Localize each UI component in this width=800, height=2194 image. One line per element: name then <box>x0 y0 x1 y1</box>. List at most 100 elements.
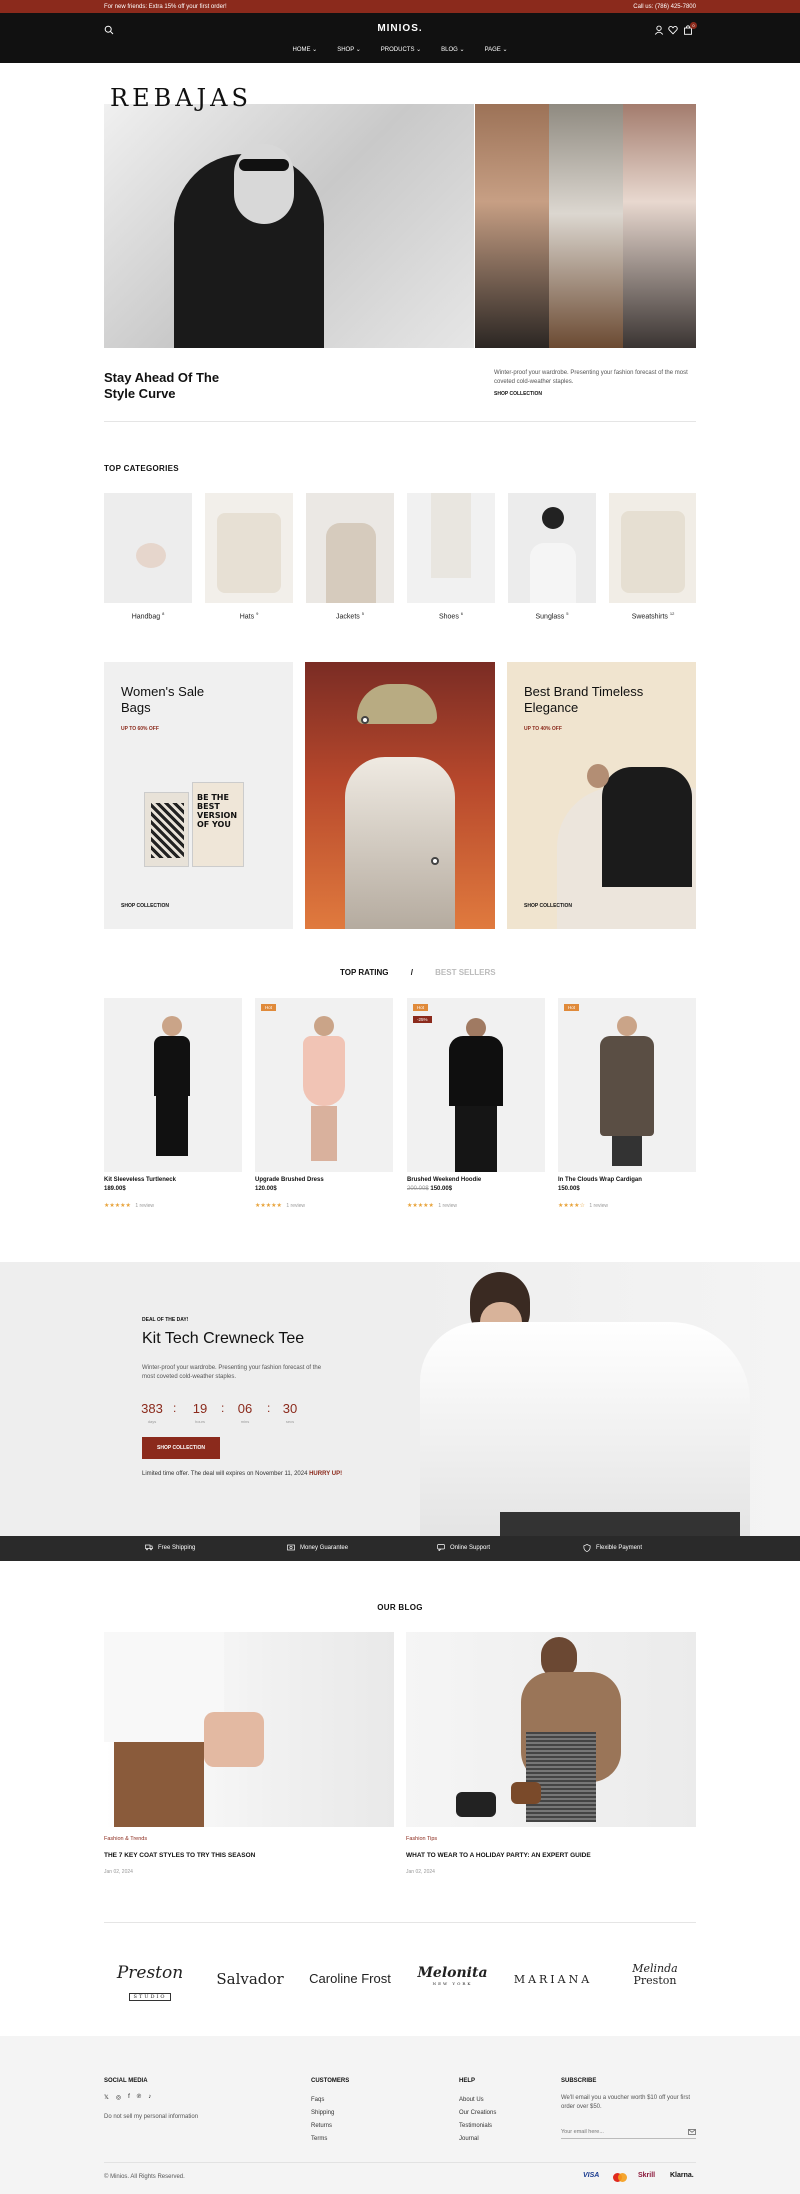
review-count: 1 review <box>438 1203 457 1209</box>
blog-post[interactable]: Fashion Tips WHAT TO WEAR TO A HOLIDAY P… <box>406 1836 696 1875</box>
hotspot-icon[interactable] <box>431 857 439 865</box>
mail-icon[interactable] <box>688 2129 696 2135</box>
blog-image[interactable] <box>104 1632 394 1827</box>
footer-social-title: SOCIAL MEDIA <box>104 2078 148 2084</box>
category-image-sweatshirts[interactable] <box>609 493 696 603</box>
footer-link-returns[interactable]: Returns <box>311 2120 334 2133</box>
product-card[interactable]: In The Clouds Wrap Cardigan 150.00$ ★★★★… <box>558 1177 696 1212</box>
x-twitter-icon[interactable]: 𝕏 <box>104 2094 109 2101</box>
product-name[interactable]: Kit Sleeveless Turtleneck <box>104 1177 242 1183</box>
category-image-sunglass[interactable] <box>508 493 596 603</box>
footer-link-about[interactable]: About Us <box>459 2094 496 2107</box>
blog-category[interactable]: Fashion Tips <box>406 1836 696 1842</box>
instagram-icon[interactable]: ◎ <box>116 2094 121 2101</box>
footer-link-testimonials[interactable]: Testimonials <box>459 2120 496 2133</box>
heart-icon[interactable] <box>668 25 678 35</box>
email-input[interactable] <box>561 2125 696 2139</box>
footer-subscribe-title: SUBSCRIBE <box>561 2078 597 2084</box>
tab-top-rating[interactable]: TOP RATING <box>340 968 388 977</box>
blog-image[interactable] <box>406 1632 696 1827</box>
hero-main-image <box>104 104 474 348</box>
category-label-sweatshirts[interactable]: Sweatshirts 12 <box>609 611 697 620</box>
blog-post-title[interactable]: WHAT TO WEAR TO A HOLIDAY PARTY: AN EXPE… <box>406 1852 696 1859</box>
footer-link-terms[interactable]: Terms <box>311 2133 334 2146</box>
phone-text[interactable]: Call us: (786) 425-7800 <box>633 4 696 10</box>
divider <box>104 421 696 422</box>
footer-link-shipping[interactable]: Shipping <box>311 2107 334 2120</box>
rating-stars: ★★★★☆ <box>558 1203 585 1209</box>
klarna-icon: Klarna. <box>670 2172 694 2179</box>
blog-post-title[interactable]: THE 7 KEY COAT STYLES TO TRY THIS SEASON <box>104 1852 394 1859</box>
nav-blog[interactable]: BLOG ⌄ <box>441 46 464 53</box>
blog-post[interactable]: Fashion & Trends THE 7 KEY COAT STYLES T… <box>104 1836 394 1875</box>
tote-bag-image <box>144 792 189 867</box>
promo-card-bags[interactable]: Women's Sale Bags UP TO 60% OFF BE THE B… <box>104 662 293 929</box>
brand-logo-mariana[interactable]: MARIANA <box>508 1973 598 1986</box>
category-image-shoes[interactable] <box>407 493 495 603</box>
privacy-link[interactable]: Do not sell my personal information <box>104 2113 198 2122</box>
main-nav: HOME ⌄ SHOP ⌄ PRODUCTS ⌄ BLOG ⌄ PAGE ⌄ <box>0 46 800 53</box>
product-name[interactable]: In The Clouds Wrap Cardigan <box>558 1177 696 1183</box>
brand-logo-salvador[interactable]: Salvador <box>210 1970 290 1988</box>
tiktok-icon[interactable]: ♪ <box>148 2094 151 2101</box>
category-image-hats[interactable] <box>205 493 293 603</box>
brand-logo-melinda-preston[interactable]: Melinda Preston <box>615 1963 695 1987</box>
brand-logo[interactable]: MINIOS. <box>0 23 800 34</box>
product-name[interactable]: Brushed Weekend Hoodie <box>407 1177 545 1183</box>
brand-logo-preston-studio[interactable]: Preston STUDIO <box>110 1963 190 2003</box>
promo-bags-link[interactable]: SHOP COLLECTION <box>121 903 169 909</box>
deal-description: Winter-proof your wardrobe. Presenting y… <box>142 1365 322 1380</box>
hot-badge: Hot <box>261 1004 277 1011</box>
footer-link-journal[interactable]: Journal <box>459 2133 496 2146</box>
product-price: 189.00$ <box>104 1186 126 1192</box>
nav-home[interactable]: HOME ⌄ <box>292 46 317 53</box>
hotspot-icon[interactable] <box>361 716 369 724</box>
category-label-handbag[interactable]: Handbag 8 <box>104 611 192 620</box>
visa-icon: VISA <box>583 2172 600 2179</box>
shield-icon <box>583 1544 591 1552</box>
product-card[interactable]: Upgrade Brushed Dress 120.00$ ★★★★★ 1 re… <box>255 1177 393 1212</box>
nav-shop[interactable]: SHOP ⌄ <box>337 46 361 53</box>
announcement-bar: For new friends: Extra 15% off your firs… <box>0 0 800 13</box>
product-image[interactable]: Hot <box>255 998 393 1172</box>
product-image[interactable]: Hot <box>558 998 696 1172</box>
hero-shop-link[interactable]: SHOP COLLECTION <box>494 391 542 397</box>
category-label-sunglass[interactable]: Sunglass 5 <box>508 611 596 620</box>
nav-page[interactable]: PAGE ⌄ <box>485 46 508 53</box>
footer-link-creations[interactable]: Our Creations <box>459 2107 496 2120</box>
product-card[interactable]: Kit Sleeveless Turtleneck 189.00$ ★★★★★ … <box>104 1177 242 1212</box>
category-image-jackets[interactable] <box>306 493 394 603</box>
promo-bags-title: Women's Sale Bags <box>121 684 205 715</box>
blog-date: Jan 02, 2024 <box>406 1869 435 1875</box>
nav-products[interactable]: PRODUCTS ⌄ <box>381 46 421 53</box>
category-label-shoes[interactable]: Shoes 6 <box>407 611 495 620</box>
brand-logo-caroline-frost[interactable]: Caroline Frost <box>305 1971 395 1986</box>
product-image[interactable] <box>104 998 242 1172</box>
countdown-hours: 19 <box>192 1401 208 1416</box>
product-image[interactable]: Hot -25% <box>407 998 545 1172</box>
divider <box>104 1922 696 1923</box>
deal-shop-button[interactable]: SHOP COLLECTION <box>142 1437 220 1459</box>
promo-elegance-link[interactable]: SHOP COLLECTION <box>524 903 572 909</box>
category-image-handbag[interactable] <box>104 493 192 603</box>
deal-title: Kit Tech Crewneck Tee <box>142 1330 305 1347</box>
product-card[interactable]: Brushed Weekend Hoodie 200.00$ 150.00$ ★… <box>407 1177 545 1212</box>
promo-image-bucket-hat[interactable] <box>305 662 495 929</box>
countdown-days-label: days <box>147 1419 157 1424</box>
rating-stars: ★★★★★ <box>407 1203 434 1209</box>
product-name[interactable]: Upgrade Brushed Dress <box>255 1177 393 1183</box>
facebook-icon[interactable]: f <box>128 2094 130 2101</box>
brand-logo-melonita[interactable]: Melonita NEW YORK <box>415 1965 490 1986</box>
pinterest-icon[interactable]: ℗ <box>137 2094 141 2101</box>
footer-link-faqs[interactable]: Faqs <box>311 2094 334 2107</box>
features-bar: Free Shipping Money Guarantee Online Sup… <box>0 1536 800 1561</box>
tote-bag-print: BE THE BEST VERSION OF YOU <box>192 782 244 867</box>
category-label-jackets[interactable]: Jackets 5 <box>306 611 394 620</box>
blog-category[interactable]: Fashion & Trends <box>104 1836 394 1842</box>
category-label-hats[interactable]: Hats 9 <box>205 611 293 620</box>
tab-best-sellers[interactable]: BEST SELLERS <box>435 968 495 977</box>
footer-customers-title: CUSTOMERS <box>311 2078 350 2084</box>
promo-card-elegance[interactable]: Best Brand Timeless Elegance UP TO 40% O… <box>507 662 696 929</box>
hero-overlay-text: REBAJAS <box>110 84 252 112</box>
user-icon[interactable] <box>654 25 664 35</box>
